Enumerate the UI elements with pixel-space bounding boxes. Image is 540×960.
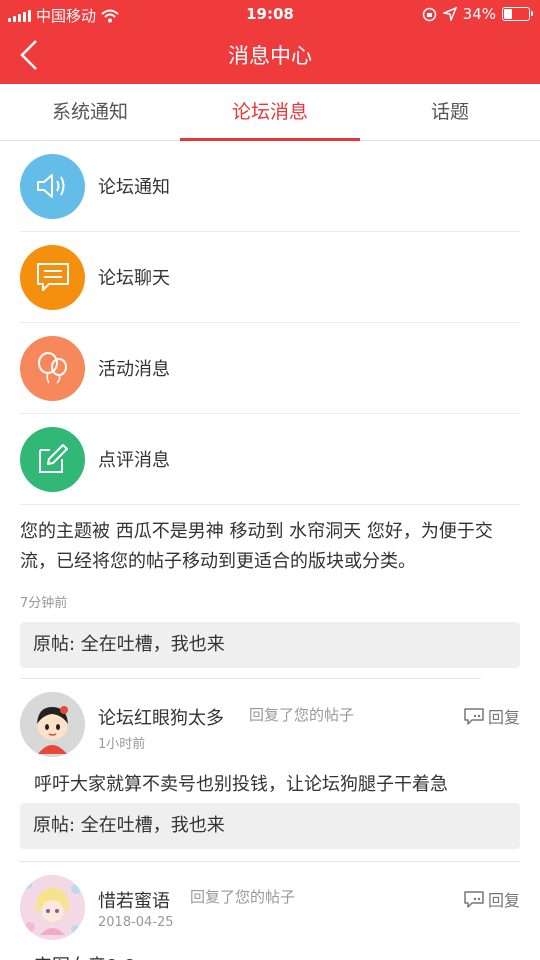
category-label: 活动消息 [98,359,170,380]
message-body: 呼吁大家就算不卖号也别投钱，让论坛狗腿子干着急 [34,774,448,795]
avatar[interactable] [20,692,85,757]
original-post-quote[interactable]: 原帖: 全在吐槽，我也来 [20,803,520,849]
reply-bubble-icon [464,890,484,908]
reply-label: 回复 [487,708,520,727]
speaker-icon [20,153,85,219]
username[interactable]: 论坛红眼狗太多 [98,704,224,730]
reply-action-text: 回复了您的帖子 [190,888,296,906]
avatar[interactable] [20,875,85,940]
reply-button[interactable]: 回复 [464,704,520,728]
message-text: 您的主题被 西瓜不是男神 移动到 水帘洞天 您好，为便于交流，已经将您的帖子移动… [20,521,493,572]
reply-bubble-icon [464,707,484,725]
top-bar: 中国移动 19:08 34% 消息中心 [0,0,540,84]
category-activity[interactable]: 活动消息 [20,323,520,414]
location-icon [442,7,457,21]
balloons-icon [20,335,85,401]
rotation-lock-icon [422,7,436,21]
message-body: 安图女音8-8 [34,952,135,960]
tab-bar: 系统通知 论坛消息 话题 [0,84,540,141]
status-bar: 中国移动 19:08 34% [0,0,540,28]
divider [20,861,520,862]
chat-bubble-icon [20,244,85,310]
tab-system-notice[interactable]: 系统通知 [0,84,180,140]
category-label: 论坛聊天 [98,268,170,289]
message-time: 7分钟前 [20,596,68,611]
battery-icon [502,7,533,21]
category-label: 论坛通知 [98,177,170,198]
category-review[interactable]: 点评消息 [20,414,520,505]
reply-action-text: 回复了您的帖子 [249,706,355,724]
message-time: 1小时前 [98,737,146,752]
username[interactable]: 惜若蜜语 [98,887,170,913]
reply-button[interactable]: 回复 [464,887,520,911]
category-label: 点评消息 [98,450,170,471]
category-forum-chat[interactable]: 论坛聊天 [20,232,520,323]
reply-label: 回复 [487,891,520,910]
page-title: 消息中心 [228,44,312,68]
tab-topics[interactable]: 话题 [360,84,540,140]
divider [20,678,481,679]
message-time: 2018-04-25 [98,915,174,930]
original-post-quote[interactable]: 原帖: 全在吐槽，我也来 [20,622,520,668]
category-forum-notice[interactable]: 论坛通知 [20,141,520,232]
battery-percent: 34% [462,5,496,23]
tab-forum-messages[interactable]: 论坛消息 [180,84,360,141]
edit-icon [20,426,85,492]
